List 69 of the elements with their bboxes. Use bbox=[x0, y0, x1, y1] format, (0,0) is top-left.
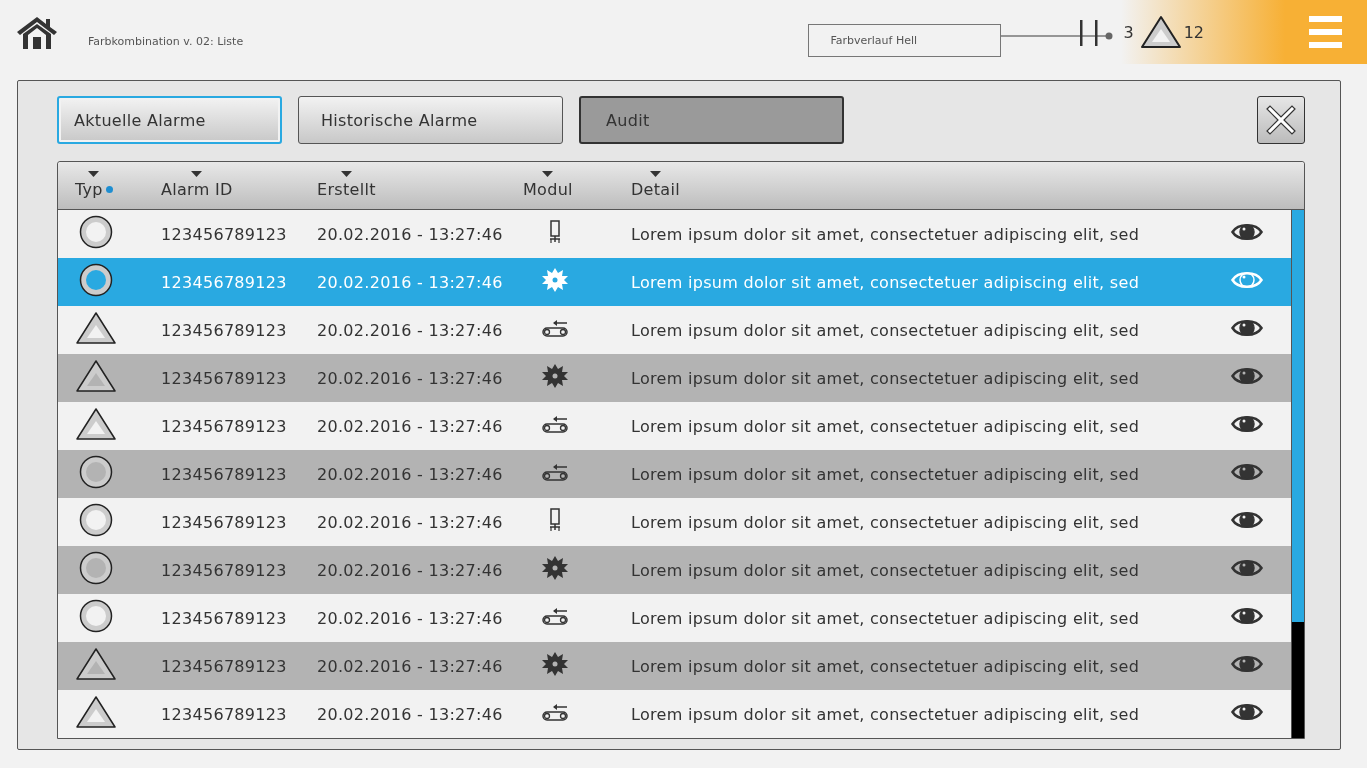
table-cell-text: Lorem ipsum dolor sit amet, consectetuer adipiscing elit, sed bbox=[631, 320, 1141, 340]
tab[interactable]: Historische Alarme bbox=[298, 96, 563, 144]
table-row[interactable]: 123456789123 20.02.2016 - 13:27:46 Lorem ipsum dolor sit amet, consectetuer adipiscing elit, sed bbox=[58, 546, 1291, 594]
theme-field[interactable]: Farbverlauf Hell bbox=[808, 23, 1002, 57]
table-cell-text: Lorem ipsum dolor sit amet, consectetuer adipiscing elit, sed bbox=[631, 416, 1141, 436]
column-header[interactable]: Detail bbox=[631, 171, 680, 199]
table-row[interactable]: 123456789123 20.02.2016 - 13:27:46 Lorem ipsum dolor sit amet, consectetuer adipiscing elit, sed bbox=[58, 642, 1291, 690]
table-cell-text: 123456789123 bbox=[161, 608, 288, 628]
table-cell-text: 123456789123 bbox=[161, 272, 288, 292]
table-cell-text: 123456789123 bbox=[161, 224, 288, 244]
warning-icon[interactable] bbox=[1139, 15, 1182, 49]
table-cell-text: Lorem ipsum dolor sit amet, consectetuer adipiscing elit, sed bbox=[631, 656, 1141, 676]
eye-icon[interactable] bbox=[1231, 701, 1263, 723]
page-title: Farbkombination v. 02: Liste bbox=[88, 34, 244, 48]
eye-icon[interactable] bbox=[1231, 509, 1263, 531]
scrollbar-thumb[interactable] bbox=[1292, 210, 1304, 622]
table-cell-text: 20.02.2016 - 13:27:46 bbox=[317, 560, 504, 580]
close-button[interactable] bbox=[1257, 96, 1305, 144]
table-cell-text: Lorem ipsum dolor sit amet, consectetuer adipiscing elit, sed bbox=[631, 272, 1141, 292]
sort-caret-icon bbox=[542, 171, 554, 177]
table-cell-text: 123456789123 bbox=[161, 512, 288, 532]
close-icon bbox=[1264, 103, 1298, 137]
scrollbar[interactable] bbox=[1291, 210, 1304, 738]
pause-count: 3 bbox=[1123, 22, 1134, 42]
table-cell-text: 20.02.2016 - 13:27:46 bbox=[317, 464, 504, 484]
table-cell-text: Lorem ipsum dolor sit amet, consectetuer adipiscing elit, sed bbox=[631, 608, 1141, 628]
eye-icon[interactable] bbox=[1231, 653, 1263, 675]
table-cell-text: 123456789123 bbox=[161, 704, 288, 724]
table-cell-text: 20.02.2016 - 13:27:46 bbox=[317, 512, 504, 532]
home-icon[interactable] bbox=[17, 15, 57, 49]
eye-icon[interactable] bbox=[1231, 557, 1263, 579]
table-cell-text: Lorem ipsum dolor sit amet, consectetuer adipiscing elit, sed bbox=[631, 464, 1141, 484]
eye-icon[interactable] bbox=[1231, 317, 1263, 339]
table-row[interactable]: 123456789123 20.02.2016 - 13:27:46 Lorem ipsum dolor sit amet, consectetuer adipiscing elit, sed bbox=[58, 450, 1291, 498]
table-cell-text: Lorem ipsum dolor sit amet, consectetuer adipiscing elit, sed bbox=[631, 704, 1141, 724]
table-cell-text: 20.02.2016 - 13:27:46 bbox=[317, 416, 504, 436]
eye-icon[interactable] bbox=[1231, 461, 1263, 483]
table-cell-text: 123456789123 bbox=[161, 416, 288, 436]
table-cell-text: 123456789123 bbox=[161, 656, 288, 676]
warning-count: 12 bbox=[1183, 22, 1204, 42]
table-cell-text: Lorem ipsum dolor sit amet, consectetuer adipiscing elit, sed bbox=[631, 224, 1141, 244]
table-row[interactable]: 123456789123 20.02.2016 - 13:27:46 Lorem ipsum dolor sit amet, consectetuer adipiscing elit, sed bbox=[58, 354, 1291, 402]
column-header[interactable]: Modul bbox=[523, 171, 573, 199]
table-cell-text: 20.02.2016 - 13:27:46 bbox=[317, 608, 504, 628]
table-cell-text: Lorem ipsum dolor sit amet, consectetuer adipiscing elit, sed bbox=[631, 560, 1141, 580]
table-cell-text: 20.02.2016 - 13:27:46 bbox=[317, 368, 504, 388]
table-cell-text: 20.02.2016 - 13:27:46 bbox=[317, 272, 504, 292]
eye-icon[interactable] bbox=[1231, 365, 1263, 387]
eye-icon[interactable] bbox=[1231, 413, 1263, 435]
table-cell-text: 123456789123 bbox=[161, 464, 288, 484]
table-cell-text: 20.02.2016 - 13:27:46 bbox=[317, 704, 504, 724]
column-header[interactable]: Erstellt bbox=[317, 171, 376, 199]
table-cell-text: Lorem ipsum dolor sit amet, consectetuer adipiscing elit, sed bbox=[631, 512, 1141, 532]
table-cell-text: 20.02.2016 - 13:27:46 bbox=[317, 224, 504, 244]
sort-caret-icon bbox=[191, 171, 203, 177]
sort-caret-icon bbox=[340, 171, 352, 177]
table-cell-text: 123456789123 bbox=[161, 368, 288, 388]
column-header[interactable]: Typ bbox=[75, 171, 113, 199]
sort-caret-icon bbox=[88, 171, 100, 177]
table-cell-text: 123456789123 bbox=[161, 560, 288, 580]
column-header[interactable]: Alarm ID bbox=[161, 171, 233, 199]
tab[interactable]: Aktuelle Alarme bbox=[57, 96, 282, 144]
eye-icon[interactable] bbox=[1231, 605, 1263, 627]
table-cell-text: 20.02.2016 - 13:27:46 bbox=[317, 656, 504, 676]
table-cell-text: 20.02.2016 - 13:27:46 bbox=[317, 320, 504, 340]
table-cell-text: Lorem ipsum dolor sit amet, consectetuer adipiscing elit, sed bbox=[631, 368, 1141, 388]
eye-icon[interactable] bbox=[1231, 221, 1263, 243]
sort-caret-icon bbox=[649, 171, 661, 177]
table-cell-text: 123456789123 bbox=[161, 320, 288, 340]
